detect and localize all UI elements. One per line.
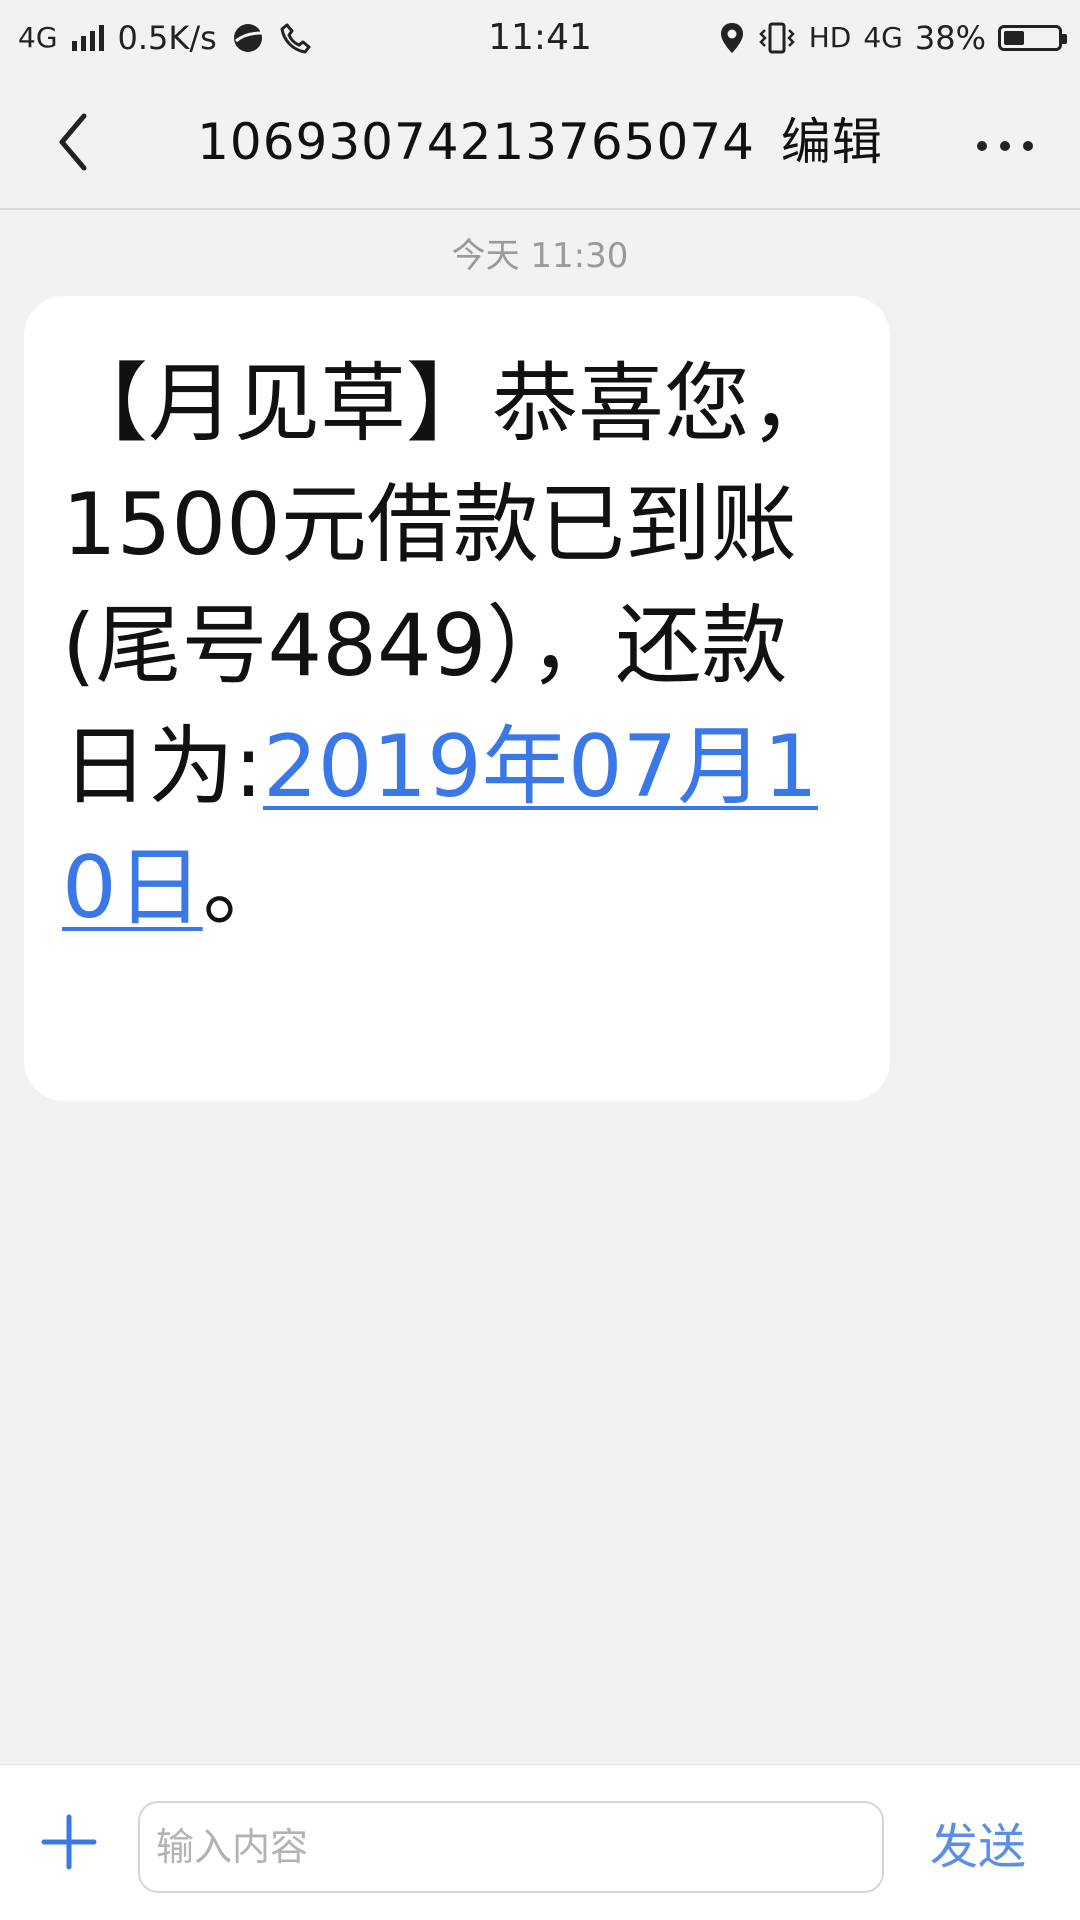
message-bubble[interactable]: 【月见草】恭喜您，1500元借款已到账(尾号4849），还款日为:2019年07… xyxy=(24,296,890,1101)
plus-icon xyxy=(41,1814,97,1870)
message-timestamp: 今天 11:30 xyxy=(451,236,629,276)
location-icon xyxy=(720,23,743,53)
battery-icon xyxy=(998,25,1067,51)
contact-number: 10693074213765074 xyxy=(197,113,755,171)
vibrate-icon xyxy=(758,22,795,54)
message-text: 【月见草】恭喜您，1500元借款已到账(尾号4849），还款日为:2019年07… xyxy=(62,344,842,949)
status-bar: 4G 0.5K/s 11:41 HD 4G 38% xyxy=(0,0,1080,76)
hd-indicator: HD xyxy=(808,21,852,54)
network-type-right: 4G xyxy=(863,21,903,54)
header-title-row: 10693074213765074 编辑 xyxy=(0,76,1080,208)
sms-conversation-screen: 4G 0.5K/s 11:41 HD 4G 38% 10693074213765… xyxy=(0,0,1080,1920)
edit-button[interactable]: 编辑 xyxy=(781,113,883,171)
conversation-header: 10693074213765074 编辑 xyxy=(0,76,1080,210)
attach-button[interactable] xyxy=(38,1811,100,1873)
battery-percent: 38% xyxy=(914,19,986,57)
status-right: HD 4G 38% xyxy=(719,0,1067,76)
message-text-end: 。 xyxy=(202,838,289,938)
message-input[interactable] xyxy=(138,1801,884,1893)
more-icon xyxy=(977,141,1033,151)
compose-bar: 发送 xyxy=(0,1764,1080,1920)
battery-fill xyxy=(1004,31,1024,45)
send-button[interactable]: 发送 xyxy=(930,1801,1026,1893)
more-button[interactable] xyxy=(960,116,1050,176)
